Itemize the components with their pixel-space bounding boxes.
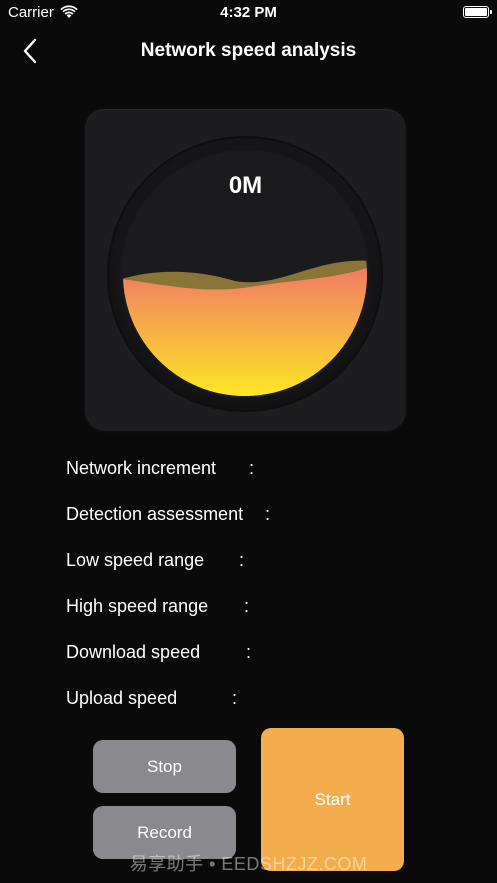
info-row-network-increment: Network increment : xyxy=(66,458,446,504)
wave-front xyxy=(123,267,367,396)
info-label: Detection assessment xyxy=(66,504,244,524)
info-row-detection-assessment: Detection assessment : xyxy=(66,504,446,550)
battery-icon xyxy=(463,6,492,18)
info-label: Download speed xyxy=(66,642,201,662)
stop-button[interactable]: Stop xyxy=(93,740,236,793)
speed-gauge-card xyxy=(85,109,406,431)
info-row-download-speed: Download speed : xyxy=(66,642,446,688)
info-separator: : xyxy=(246,642,252,662)
status-bar: Carrier 4:32 PM xyxy=(0,0,497,26)
info-row-low-speed-range: Low speed range : xyxy=(66,550,446,596)
info-row-high-speed-range: High speed range : xyxy=(66,596,446,642)
info-label: High speed range xyxy=(66,596,209,616)
info-separator: : xyxy=(249,458,255,478)
info-separator: : xyxy=(265,504,271,524)
speed-info-list: Network increment : Detection assessment… xyxy=(66,458,446,734)
speed-value: 0M xyxy=(228,172,263,199)
info-separator: : xyxy=(239,550,245,570)
clock-time: 4:32 PM xyxy=(220,4,277,21)
speed-gauge xyxy=(107,136,383,412)
page-title: Network speed analysis xyxy=(140,40,357,61)
info-label: Low speed range xyxy=(66,550,205,570)
navigation-bar: Network speed analysis xyxy=(0,26,497,76)
info-separator: : xyxy=(232,688,238,708)
watermark-text: 易享助手 • EEDSHZJZ.COM xyxy=(129,854,368,874)
info-separator: : xyxy=(244,596,250,616)
info-label: Upload speed xyxy=(66,688,178,708)
info-label: Network increment xyxy=(66,458,217,478)
